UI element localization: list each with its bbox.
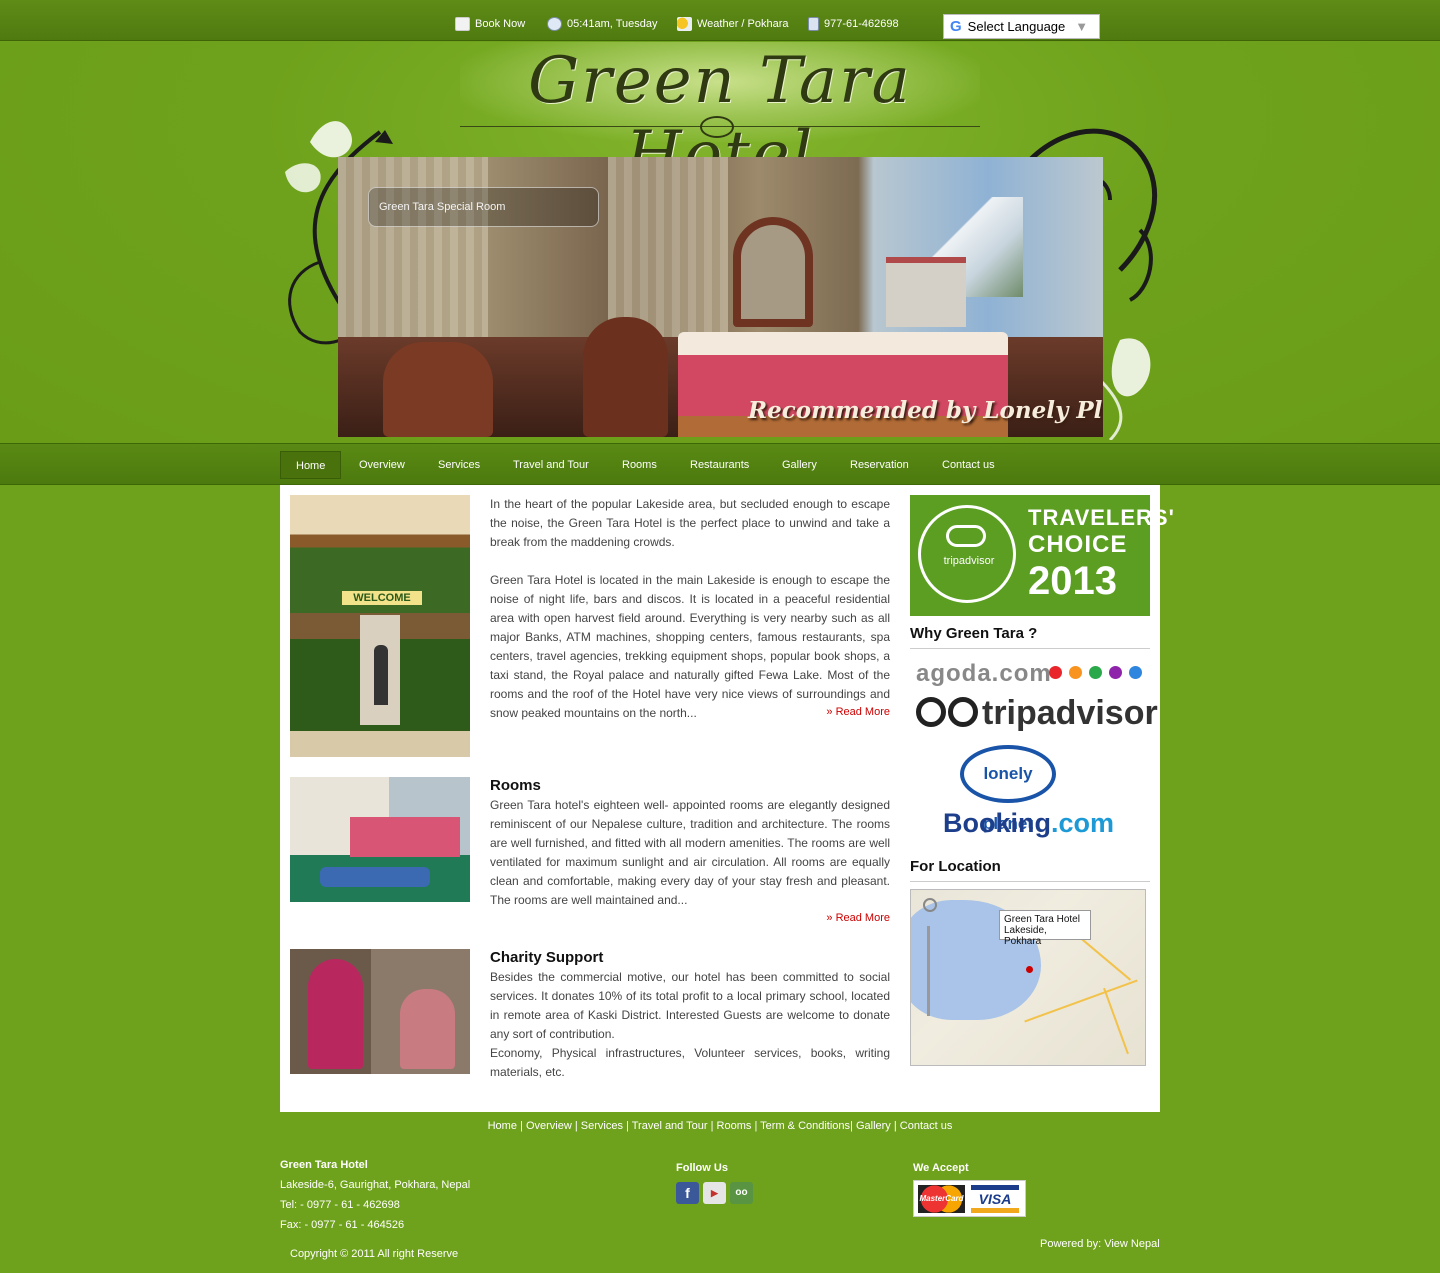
location-map[interactable]: Green Tara Hotel Lakeside, Pokhara <box>910 889 1146 1066</box>
slide-caption: Green Tara Special Room <box>368 187 599 227</box>
intro-paragraph-1: In the heart of the popular Lakeside are… <box>490 497 890 549</box>
phone-icon <box>808 17 819 31</box>
chevron-down-icon: ▼ <box>1075 19 1089 34</box>
language-select[interactable]: G Select Language ▼ <box>943 14 1100 39</box>
nav-reservation[interactable]: Reservation <box>835 451 924 479</box>
top-bar: Book Now 05:41am, Tuesday Weather / Pokh… <box>0 0 1440 41</box>
youtube-icon[interactable]: ▶ <box>703 1182 726 1204</box>
footer-link-terms[interactable]: Term & Conditions <box>760 1120 850 1132</box>
footer-nav: Home | Overview | Services | Travel and … <box>487 1120 953 1132</box>
footer-link-services[interactable]: Services <box>581 1120 623 1132</box>
footer-link-contact[interactable]: Contact us <box>900 1120 953 1132</box>
footer-contact: Green Tara Hotel Lakeside-6, Gaurighat, … <box>280 1159 471 1231</box>
agoda-dots <box>1049 666 1142 679</box>
footer-link-rooms[interactable]: Rooms <box>717 1120 752 1132</box>
footer-link-home[interactable]: Home <box>488 1120 517 1132</box>
google-icon: G <box>950 18 962 35</box>
copyright: Copyright © 2011 All right Reserve <box>290 1248 459 1260</box>
datetime: 05:41am, Tuesday <box>547 16 658 32</box>
follow-us-label: Follow Us <box>676 1162 728 1174</box>
nav-gallery[interactable]: Gallery <box>767 451 832 479</box>
map-info-bubble: Green Tara Hotel Lakeside, Pokhara <box>999 910 1091 947</box>
nav-overview[interactable]: Overview <box>344 451 420 479</box>
intro-paragraph-2: Green Tara Hotel is located in the main … <box>490 573 890 720</box>
clock-icon <box>547 17 562 31</box>
we-accept-label: We Accept <box>913 1162 969 1174</box>
calendar-icon <box>455 17 470 31</box>
nav-services[interactable]: Services <box>423 451 495 479</box>
slide-tagline: Recommended by Lonely Planet. <box>748 397 1103 424</box>
charity-paragraph-2: Economy, Physical infrastructures, Volun… <box>490 1046 890 1079</box>
tripadvisor-logo[interactable]: tripadvisor <box>916 694 1158 733</box>
hero-slideshow[interactable]: Green Tara Special Room Recommended by L… <box>338 157 1103 437</box>
rooms-read-more-link[interactable]: » Read More <box>490 912 890 924</box>
map-zoom-slider[interactable] <box>927 926 930 1016</box>
nav-restaurants[interactable]: Restaurants <box>675 451 764 479</box>
dressing-mirror <box>733 217 813 327</box>
nav-travel-and-tour[interactable]: Travel and Tour <box>498 451 604 479</box>
social-links: f ▶ oo <box>676 1182 753 1204</box>
ornament-icon <box>700 116 734 138</box>
lonely-planet-logo[interactable]: lonely planet <box>960 745 1056 833</box>
agoda-logo[interactable]: agoda.com <box>916 660 1052 688</box>
booking-com-logo[interactable]: Booking.com <box>943 808 1114 839</box>
weather-link[interactable]: Weather / Pokhara <box>677 16 789 32</box>
laurel-wreath-icon <box>918 505 1016 603</box>
owl-eyes-icon <box>916 696 978 731</box>
intro-read-more-link[interactable]: » Read More <box>490 706 890 718</box>
location-heading: For Location <box>910 858 1150 882</box>
tripadvisor-icon[interactable]: oo <box>730 1182 753 1204</box>
charity-heading: Charity Support <box>490 949 604 966</box>
header: Green Tara Hotel Green Tara Special Room… <box>0 42 1440 443</box>
facebook-icon[interactable]: f <box>676 1182 699 1204</box>
footer-link-travel[interactable]: Travel and Tour <box>632 1120 708 1132</box>
rooms-paragraph: Green Tara hotel's eighteen well- appoin… <box>490 798 890 907</box>
mastercard-icon: MasterCard <box>918 1184 965 1213</box>
map-pin-icon[interactable] <box>1026 966 1033 973</box>
tripadvisor-owl-icon <box>946 525 986 547</box>
footer-link-overview[interactable]: Overview <box>526 1120 572 1132</box>
book-now-link[interactable]: Book Now <box>455 16 525 32</box>
room-photo <box>290 777 470 902</box>
charity-paragraph-1: Besides the commercial motive, our hotel… <box>490 970 890 1041</box>
phone-number: 977-61-462698 <box>808 16 899 32</box>
powered-by-link[interactable]: Powered by: View Nepal <box>1040 1234 1160 1254</box>
visa-icon: VISA <box>971 1184 1019 1213</box>
map-pan-control[interactable] <box>923 898 937 912</box>
weather-icon <box>677 17 692 31</box>
nav-home[interactable]: Home <box>280 451 342 479</box>
why-green-tara-heading: Why Green Tara ? <box>910 625 1150 649</box>
rooms-heading: Rooms <box>490 777 541 794</box>
hotel-logo[interactable]: Green Tara Hotel <box>460 42 980 192</box>
footer-link-gallery[interactable]: Gallery <box>856 1120 891 1132</box>
main-content: WELCOME In the heart of the popular Lake… <box>280 485 1174 1112</box>
charity-photo <box>290 949 470 1074</box>
main-nav: Home Overview Services Travel and Tour R… <box>0 443 1440 485</box>
nav-contact-us[interactable]: Contact us <box>927 451 1010 479</box>
payment-cards: MasterCard VISA <box>913 1180 1026 1217</box>
travelers-choice-badge[interactable]: tripadvisor TRAVELERS' CHOICE 2013 <box>910 495 1174 616</box>
nav-rooms[interactable]: Rooms <box>607 451 672 479</box>
hotel-entrance-photo: WELCOME <box>290 495 470 757</box>
